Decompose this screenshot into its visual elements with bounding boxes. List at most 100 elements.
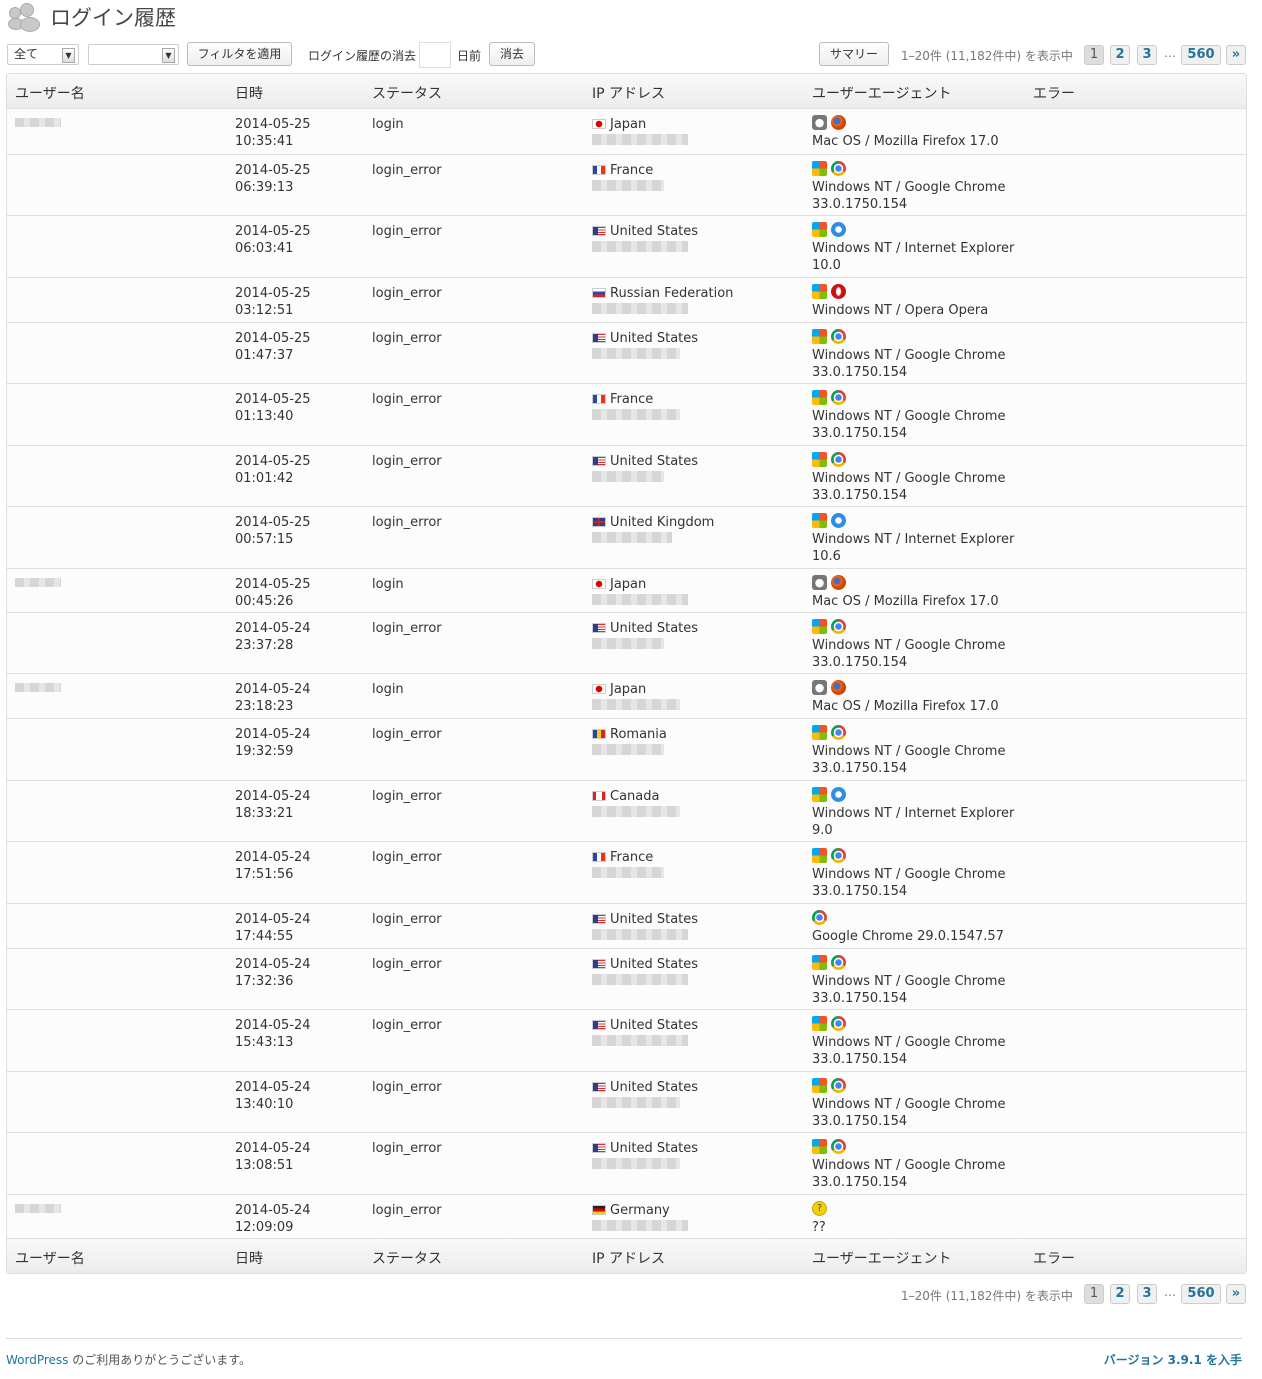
windows-icon — [812, 848, 827, 863]
ua-text: Windows NT / Google Chrome — [812, 471, 1006, 486]
user-agent-cell: Windows NT / Google Chrome 33.0.1750.154 — [812, 328, 1005, 381]
table-header: ユーザー名 日時 ステータス IP アドレス ユーザーエージェント エラー — [7, 74, 1246, 108]
time-text: 15:43:13 — [235, 1035, 294, 1050]
chrome-icon — [831, 725, 846, 740]
col-ip[interactable]: IP アドレス — [592, 1248, 665, 1268]
date-text: 2014-05-25 — [235, 577, 311, 592]
filter-select-2[interactable]: ▼ — [88, 44, 179, 65]
ip-cell: France — [592, 391, 653, 408]
ua-version: 33.0.1750.154 — [812, 197, 908, 212]
filter-select[interactable]: 全て ▼ — [7, 44, 79, 65]
ip-address-redacted — [592, 348, 680, 359]
time-text: 19:32:59 — [235, 744, 294, 759]
page-last[interactable]: 560 — [1181, 1284, 1221, 1304]
time-text: 06:39:13 — [235, 180, 294, 195]
col-status[interactable]: ステータス — [372, 1248, 442, 1268]
version-link[interactable]: バージョン 3.9.1 を入手 — [1104, 1351, 1242, 1368]
col-datetime[interactable]: 日時 — [235, 83, 263, 103]
country-name: Japan — [610, 682, 647, 697]
ip-address-redacted — [592, 532, 672, 543]
datetime-cell: 2014-05-24 13:08:51 — [235, 1140, 311, 1174]
status-cell: login_error — [372, 1080, 442, 1095]
col-status[interactable]: ステータス — [372, 83, 442, 103]
table-row: 2014-05-25 01:01:42 login_error United Stat… — [7, 445, 1246, 506]
page-3[interactable]: 3 — [1137, 1284, 1157, 1304]
flag-fr-icon — [592, 852, 606, 862]
table-row: 2014-05-24 23:37:28 login_error United Stat… — [7, 612, 1246, 673]
col-user-agent[interactable]: ユーザーエージェント — [812, 1248, 951, 1268]
table-row: 2014-05-24 15:43:13 login_error United Stat… — [7, 1009, 1246, 1071]
chrome-icon — [831, 161, 846, 176]
opera-icon — [831, 284, 846, 299]
table-row: 2014-05-25 06:03:41 login_error United Stat… — [7, 215, 1246, 277]
apply-filter-button[interactable]: フィルタを適用 — [187, 42, 292, 66]
ip-cell: United States — [592, 1140, 698, 1157]
ie-icon — [831, 222, 846, 237]
col-username[interactable]: ユーザー名 — [15, 1248, 85, 1268]
ua-icons — [812, 512, 1014, 531]
days-label: 日前 — [457, 49, 482, 63]
time-text: 01:01:42 — [235, 471, 294, 486]
pagination-ellipsis: … — [1164, 46, 1176, 60]
ip-cell: United States — [592, 453, 698, 470]
date-text: 2014-05-24 — [235, 1080, 311, 1095]
ip-cell: Canada — [592, 788, 659, 805]
wordpress-link[interactable]: WordPress — [6, 1353, 68, 1367]
time-text: 18:33:21 — [235, 806, 294, 821]
ip-address-redacted — [592, 134, 688, 145]
table-row: 2014-05-25 00:45:26 login Japan ● Mac OS / Mo… — [7, 568, 1246, 612]
page-2[interactable]: 2 — [1110, 45, 1130, 65]
col-username[interactable]: ユーザー名 — [15, 83, 85, 103]
page-1: 1 — [1084, 45, 1104, 65]
ua-icons — [812, 1015, 1005, 1034]
date-text: 2014-05-24 — [235, 682, 311, 697]
col-error[interactable]: エラー — [1033, 1248, 1075, 1268]
col-error[interactable]: エラー — [1033, 83, 1075, 103]
user-agent-cell: Windows NT / Google Chrome 33.0.1750.154 — [812, 389, 1005, 442]
chrome-icon — [831, 329, 846, 344]
ip-address-redacted — [592, 180, 664, 191]
ua-icons — [812, 283, 988, 302]
time-text: 00:45:26 — [235, 594, 294, 609]
flag-fr-icon — [592, 394, 606, 404]
purge-days-input[interactable] — [419, 42, 451, 68]
page-next[interactable]: » — [1226, 1284, 1246, 1304]
ua-text: Google Chrome 29.0.1547.57 — [812, 929, 1004, 944]
col-ip[interactable]: IP アドレス — [592, 83, 665, 103]
ua-text: Mac OS / Mozilla Firefox 17.0 — [812, 134, 999, 149]
col-user-agent[interactable]: ユーザーエージェント — [812, 83, 951, 103]
page-3[interactable]: 3 — [1137, 45, 1157, 65]
country-name: United States — [610, 1080, 699, 1095]
table-row: 2014-05-24 12:09:09 login_error Germany??? — [7, 1194, 1246, 1238]
col-datetime[interactable]: 日時 — [235, 1248, 263, 1268]
table-row: 2014-05-25 01:47:37 login_error United Stat… — [7, 322, 1246, 383]
flag-us-icon — [592, 1143, 606, 1153]
page-next[interactable]: » — [1226, 45, 1246, 65]
table-row: 2014-05-25 00:57:15 login_error United King… — [7, 506, 1246, 568]
purge-button[interactable]: 消去 — [489, 42, 535, 66]
country-name: France — [610, 392, 654, 407]
country-name: United States — [610, 224, 699, 239]
ua-text: Windows NT / Google Chrome — [812, 974, 1006, 989]
ip-cell: Japan — [592, 116, 646, 133]
user-agent-cell: ● Mac OS / Mozilla Firefox 17.0 — [812, 679, 999, 715]
page-last[interactable]: 560 — [1181, 45, 1221, 65]
date-text: 2014-05-24 — [235, 850, 311, 865]
pagination-info: 1–20件 (11,182件中) を表示中 — [901, 1289, 1073, 1303]
flag-fr-icon — [592, 165, 606, 175]
flag-jp-icon — [592, 119, 606, 129]
date-text: 2014-05-25 — [235, 224, 311, 239]
flag-us-icon — [592, 959, 606, 969]
user-agent-cell: Windows NT / Opera Opera — [812, 283, 988, 319]
table-row: 2014-05-25 01:13:40 login_error France Windo… — [7, 383, 1246, 445]
page-2[interactable]: 2 — [1110, 1284, 1130, 1304]
ua-text: Windows NT / Google Chrome — [812, 1158, 1006, 1173]
ua-text: Windows NT / Google Chrome — [812, 409, 1006, 424]
datetime-cell: 2014-05-25 03:12:51 — [235, 285, 311, 319]
ua-text: Windows NT / Google Chrome — [812, 348, 1006, 363]
ip-address-redacted — [592, 1220, 688, 1231]
status-cell: login_error — [372, 286, 442, 301]
summary-button[interactable]: サマリー — [819, 42, 889, 66]
ua-icons — [812, 328, 1005, 347]
windows-icon — [812, 1078, 827, 1093]
